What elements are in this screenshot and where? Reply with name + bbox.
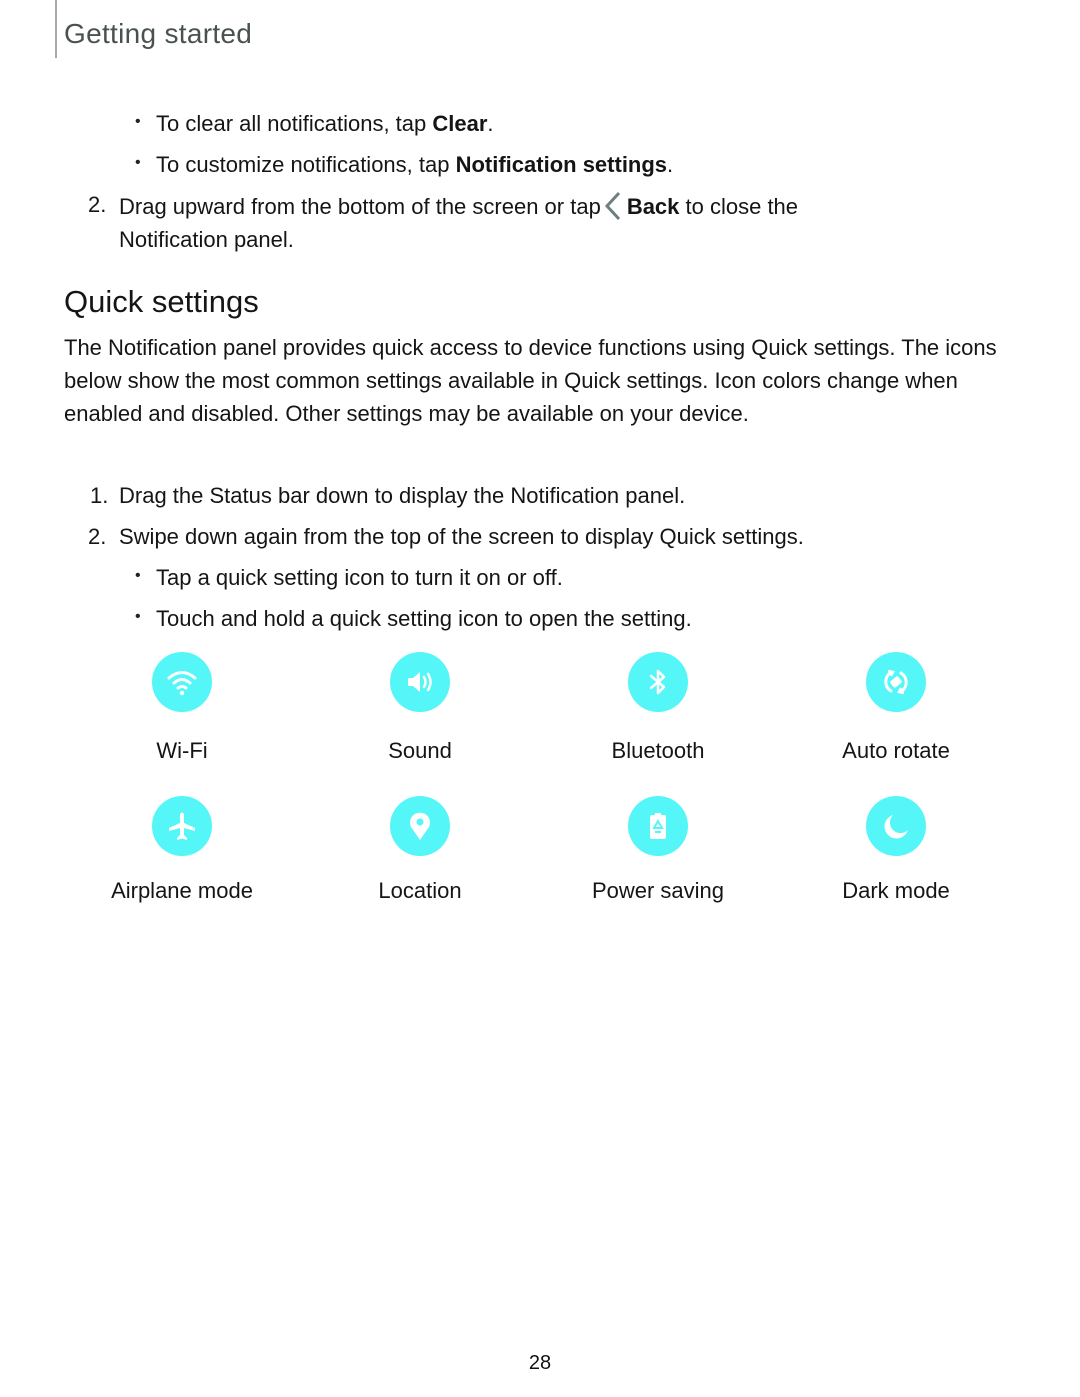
bullet-dot: • [135, 113, 141, 130]
close-panel-instruction: Drag upward from the bottom of the scree… [119, 191, 798, 221]
close-panel-instruction-cont: Notification panel. [119, 227, 294, 252]
tile-label: Bluetooth [611, 738, 705, 763]
step-number: 2. [88, 524, 107, 549]
sound-icon [390, 652, 450, 712]
quick-settings-heading: Quick settings [64, 284, 259, 319]
tile-label: Wi-Fi [156, 738, 208, 763]
bullet-dot: • [135, 608, 141, 625]
punctuation: . [667, 152, 674, 177]
dark-mode-icon [866, 796, 926, 856]
clear-term: Clear [432, 111, 488, 136]
section-header: Getting started [64, 18, 253, 49]
quick-setting-bluetooth: Bluetooth [558, 652, 758, 764]
customize-notifications-instruction: To customize notifications, tap Notifica… [156, 151, 673, 179]
bullet-dot: • [135, 154, 141, 171]
instruction-text: To customize notifications, tap [156, 152, 456, 177]
step-1-text: Drag the Status bar down to display the … [119, 483, 686, 508]
tile-label: Location [378, 878, 462, 903]
tap-toggle-tip: Tap a quick setting icon to turn it on o… [156, 565, 563, 590]
quick-setting-airplane: Airplane mode [82, 796, 282, 904]
punctuation: . [487, 111, 494, 136]
bluetooth-icon [628, 652, 688, 712]
header-divider [55, 0, 57, 58]
step-number: 2. [88, 192, 107, 217]
tile-label: Dark mode [842, 878, 950, 903]
tile-label: Power saving [591, 878, 725, 903]
airplane-icon [152, 796, 212, 856]
step-2-text: Swipe down again from the top of the scr… [119, 524, 804, 549]
back-chevron-icon [603, 191, 623, 221]
quick-setting-dark-mode: Dark mode [796, 796, 996, 904]
page-number: 28 [528, 1352, 552, 1374]
clear-notifications-instruction: To clear all notifications, tap Clear. [156, 110, 494, 138]
instruction-text: Drag upward from the bottom of the scree… [119, 194, 601, 219]
quick-setting-sound: Sound [320, 652, 520, 764]
quick-settings-description: The Notification panel provides quick ac… [64, 335, 997, 426]
quick-setting-location: Location [320, 796, 520, 904]
step-number: 1. [90, 483, 109, 508]
back-term: Back [626, 194, 680, 219]
notification-settings-term: Notification settings [455, 152, 668, 177]
quick-setting-power-saving: Power saving [558, 796, 758, 904]
tile-label: Airplane mode [111, 878, 253, 903]
wifi-icon [152, 652, 212, 712]
quick-setting-wifi: Wi-Fi [82, 652, 282, 764]
instruction-text: to close the [679, 194, 799, 219]
quick-setting-auto-rotate: Auto rotate [796, 652, 996, 764]
power-saving-icon [628, 796, 688, 856]
touch-hold-tip: Touch and hold a quick setting icon to o… [156, 606, 692, 631]
auto-rotate-icon [866, 652, 926, 712]
location-icon [390, 796, 450, 856]
tile-label: Sound [388, 738, 452, 763]
instruction-text: To clear all notifications, tap [156, 111, 433, 136]
tile-label: Auto rotate [842, 738, 950, 763]
bullet-dot: • [135, 567, 141, 584]
